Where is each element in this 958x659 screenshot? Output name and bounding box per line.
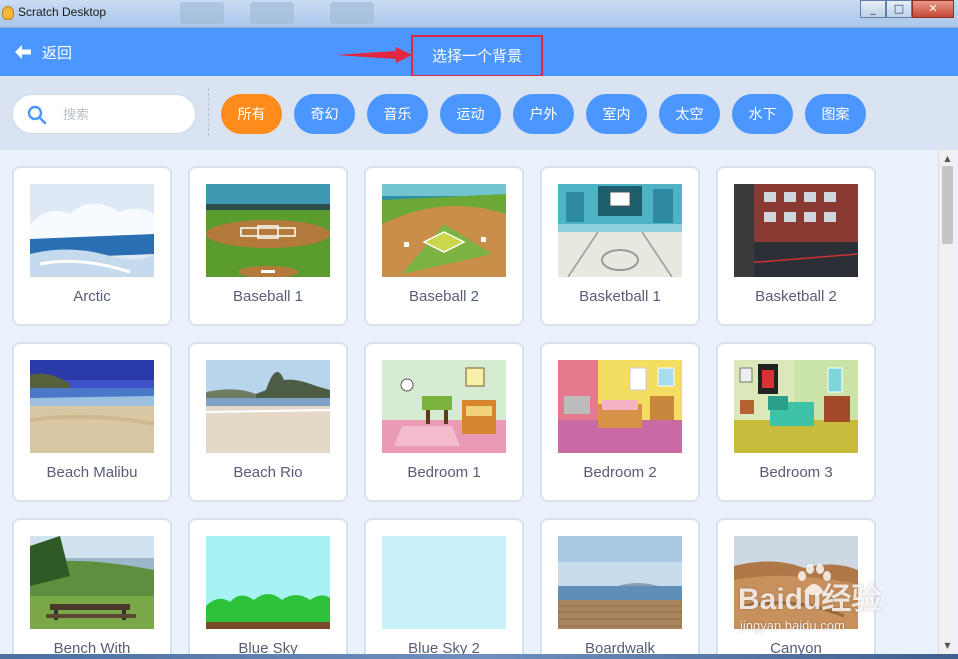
- maximize-button[interactable]: □: [886, 0, 912, 18]
- blue-sky2-thumbnail: [382, 536, 506, 629]
- arctic-thumbnail: [30, 184, 154, 277]
- backdrop-label: Baseball 1: [232, 288, 304, 305]
- search-box[interactable]: [12, 94, 196, 134]
- backdrop-label: Beach Rio: [233, 464, 303, 481]
- tag-8[interactable]: 图案: [805, 94, 866, 134]
- tag-7[interactable]: 水下: [732, 94, 793, 134]
- background-taskbar-item: [250, 2, 294, 24]
- desktop-taskbar-edge: [0, 654, 958, 659]
- boardwalk-thumbnail: [558, 536, 682, 629]
- basketball1-thumbnail: [558, 184, 682, 277]
- backdrop-label: Bedroom 1: [407, 464, 481, 481]
- tag-1[interactable]: 奇幻: [294, 94, 355, 134]
- tag-2[interactable]: 音乐: [367, 94, 428, 134]
- back-arrow-icon: [15, 45, 31, 59]
- backdrop-label: Boardwalk: [584, 640, 656, 655]
- canyon-thumbnail: [734, 536, 858, 629]
- backdrop-label: Bench With: [53, 640, 131, 655]
- search-input[interactable]: [63, 103, 183, 127]
- backdrop-label: Blue Sky 2: [408, 640, 480, 655]
- filter-divider: [208, 88, 209, 136]
- window-titlebar: Scratch Desktop _ □ ✕: [0, 0, 958, 28]
- page-title: 选择一个背景: [431, 47, 522, 65]
- scroll-down-arrow-icon[interactable]: ▼: [939, 639, 956, 653]
- backdrop-card-bedroom1[interactable]: Bedroom 1: [364, 342, 524, 502]
- baseball1-thumbnail: [206, 184, 330, 277]
- tag-3[interactable]: 运动: [440, 94, 501, 134]
- minimize-button[interactable]: _: [860, 0, 886, 18]
- backdrop-card-baseball2[interactable]: Baseball 2: [364, 166, 524, 326]
- bench-with-view-thumbnail: [30, 536, 154, 629]
- backdrop-grid: Arctic Baseball 1 Baseball 2 Basketball 1 Ba…: [0, 150, 940, 655]
- backdrop-label: Basketball 1: [579, 288, 661, 305]
- backdrop-card-basketball1[interactable]: Basketball 1: [540, 166, 700, 326]
- baseball2-thumbnail: [382, 184, 506, 277]
- backdrop-card-baseball1[interactable]: Baseball 1: [188, 166, 348, 326]
- backdrop-card-bedroom2[interactable]: Bedroom 2: [540, 342, 700, 502]
- library-header: 返回 选择一个背景: [0, 28, 958, 77]
- backdrop-card-blue-sky2[interactable]: Blue Sky 2: [364, 518, 524, 655]
- background-taskbar-item: [180, 2, 224, 24]
- search-icon: [27, 105, 47, 125]
- backdrop-label: Basketball 2: [755, 288, 837, 305]
- backdrop-label: Bedroom 2: [583, 464, 657, 481]
- beach-rio-thumbnail: [206, 360, 330, 453]
- backdrop-card-boardwalk[interactable]: Boardwalk: [540, 518, 700, 655]
- tag-list: 所有 奇幻 音乐 运动 户外 室内 太空 水下 图案: [221, 94, 866, 134]
- bedroom2-thumbnail: [558, 360, 682, 453]
- annotation-arrow: [336, 47, 412, 63]
- close-button[interactable]: ✕: [912, 0, 954, 18]
- scroll-thumb[interactable]: [942, 166, 953, 244]
- vertical-scrollbar[interactable]: ▲ ▼: [938, 150, 956, 655]
- backdrop-card-bench-with-view[interactable]: Bench With: [12, 518, 172, 655]
- tag-5[interactable]: 室内: [586, 94, 647, 134]
- backdrop-label: Bedroom 3: [759, 464, 833, 481]
- backdrop-label: Blue Sky: [238, 640, 298, 655]
- tag-6[interactable]: 太空: [659, 94, 720, 134]
- filter-bar: 所有奇幻音乐运动户外室内太空水下图案: [0, 76, 958, 150]
- back-label: 返回: [42, 43, 73, 62]
- back-button[interactable]: 返回: [14, 40, 72, 64]
- window-title: Scratch Desktop: [18, 5, 107, 19]
- beach-malibu-thumbnail: [30, 360, 154, 453]
- annotation-highlight-box: 选择一个背景: [411, 35, 543, 77]
- backdrop-label: Baseball 2: [408, 288, 480, 305]
- backdrop-card-canyon[interactable]: Canyon: [716, 518, 876, 655]
- scroll-up-arrow-icon[interactable]: ▲: [939, 152, 956, 166]
- tag-4[interactable]: 户外: [513, 94, 574, 134]
- backdrop-card-basketball2[interactable]: Basketball 2: [716, 166, 876, 326]
- tag-0[interactable]: 所有: [221, 94, 282, 134]
- scratch-cat-icon: [2, 6, 14, 20]
- backdrop-card-blue-sky[interactable]: Blue Sky: [188, 518, 348, 655]
- backdrop-label: Arctic: [73, 288, 111, 305]
- backdrop-card-bedroom3[interactable]: Bedroom 3: [716, 342, 876, 502]
- blue-sky-thumbnail: [206, 536, 330, 629]
- backdrop-card-beach-rio[interactable]: Beach Rio: [188, 342, 348, 502]
- basketball2-thumbnail: [734, 184, 858, 277]
- backdrop-label: Canyon: [770, 640, 822, 655]
- bedroom1-thumbnail: [382, 360, 506, 453]
- backdrop-card-arctic[interactable]: Arctic: [12, 166, 172, 326]
- backdrop-label: Beach Malibu: [46, 464, 138, 481]
- bedroom3-thumbnail: [734, 360, 858, 453]
- backdrop-card-beach-malibu[interactable]: Beach Malibu: [12, 342, 172, 502]
- background-taskbar-item: [330, 2, 374, 24]
